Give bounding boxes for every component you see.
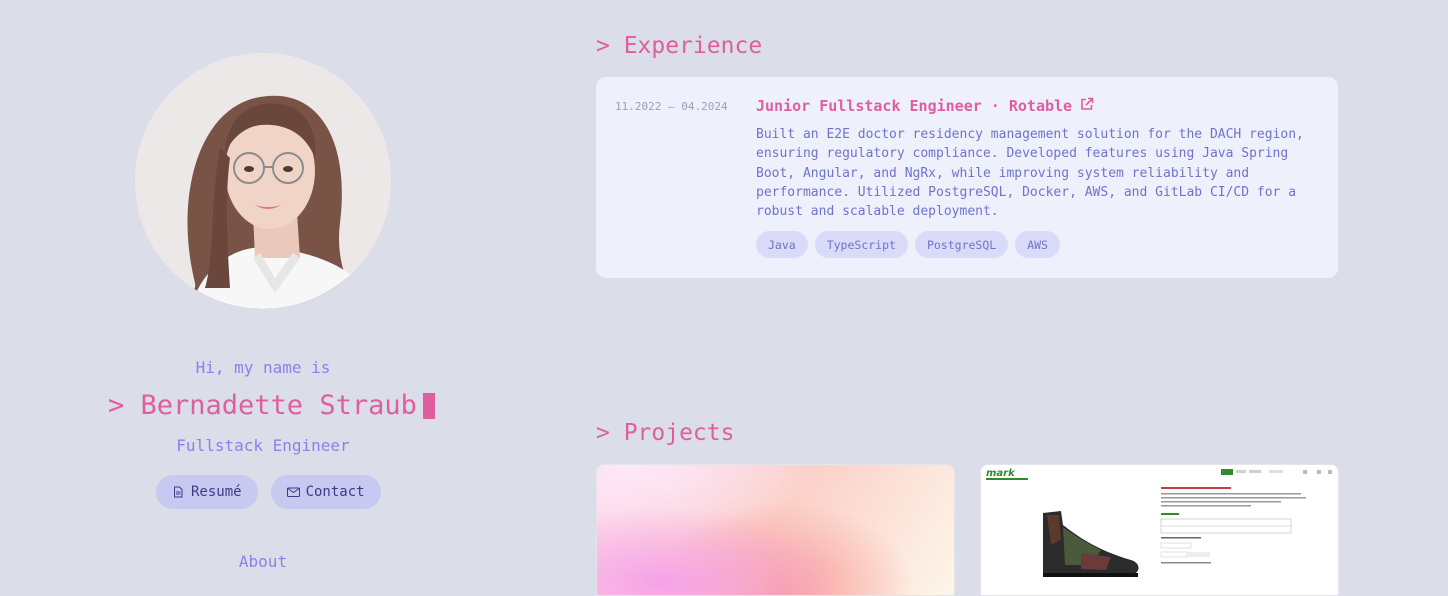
contact-button-label: Contact — [305, 484, 365, 500]
tag-postgresql: PostgreSQL — [914, 231, 1009, 258]
experience-description: Built an E2E doctor residency management… — [756, 127, 1304, 220]
shoe-shop-thumbnail: mark — [981, 465, 1338, 595]
text-cursor — [422, 392, 435, 419]
profile-photo — [135, 53, 391, 309]
nav-about-link[interactable]: About — [0, 552, 526, 571]
external-link-icon — [1080, 97, 1094, 115]
experience-heading: > Experience — [596, 33, 763, 59]
resume-button-label: Resumé — [191, 484, 242, 500]
tag-typescript: TypeScript — [814, 231, 908, 258]
role-text: Fullstack Engineer — [176, 436, 350, 455]
experience-tags: Java TypeScript PostgreSQL AWS — [756, 231, 1060, 258]
contact-button[interactable]: Contact — [270, 475, 381, 509]
profile-actions: Resumé Contact — [156, 475, 381, 509]
tag-java: Java — [756, 231, 808, 258]
experience-card: 11.2022 — 04.2024 Junior Fullstack Engin… — [596, 77, 1338, 278]
shop-logo: mark — [986, 468, 1016, 479]
name-heading: > Bernadette Straub — [108, 390, 435, 421]
projects-heading: > Projects — [596, 420, 735, 446]
experience-dates: 11.2022 — 04.2024 — [615, 100, 728, 113]
greeting-text: Hi, my name is — [195, 358, 331, 377]
project-card-shoe-shop[interactable]: mark — [980, 464, 1339, 596]
document-icon — [172, 486, 184, 498]
resume-button[interactable]: Resumé — [156, 475, 258, 509]
envelope-icon — [286, 486, 300, 498]
tag-aws: AWS — [1015, 231, 1060, 258]
experience-title: Junior Fullstack Engineer · Rotable — [756, 97, 1073, 115]
name-text: > Bernadette Straub — [108, 390, 417, 421]
project-card-gradient[interactable] — [596, 464, 955, 596]
experience-title-link[interactable]: Junior Fullstack Engineer · Rotable — [756, 97, 1094, 115]
